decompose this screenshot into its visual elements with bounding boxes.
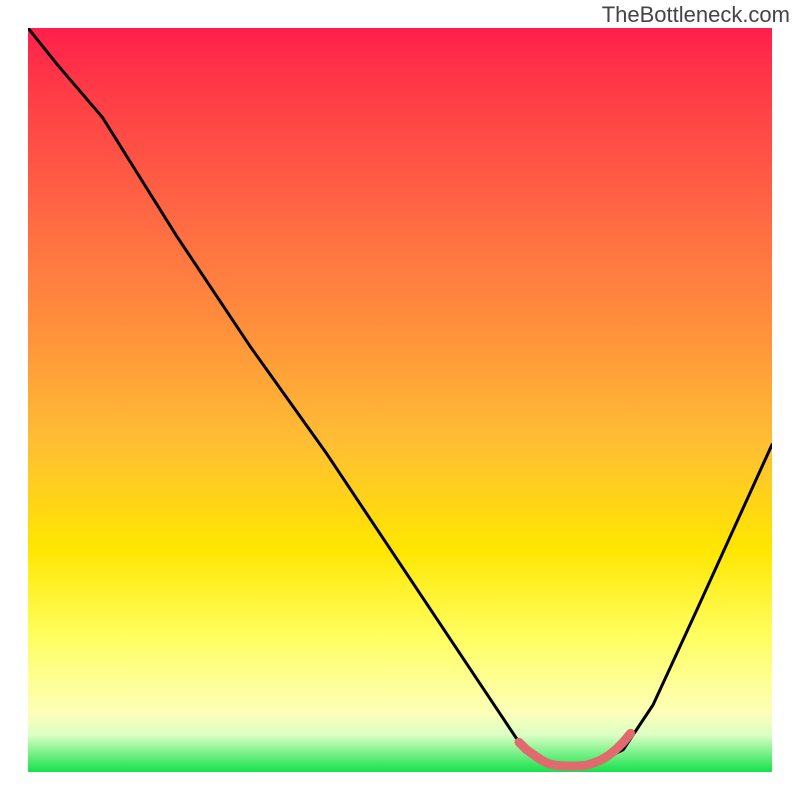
highlight-segment xyxy=(519,733,631,766)
bottleneck-curve xyxy=(28,28,772,765)
watermark-text: TheBottleneck.com xyxy=(602,2,790,28)
chart-container: TheBottleneck.com xyxy=(0,0,800,800)
plot-overlay xyxy=(28,28,772,772)
plot-frame xyxy=(28,28,772,772)
